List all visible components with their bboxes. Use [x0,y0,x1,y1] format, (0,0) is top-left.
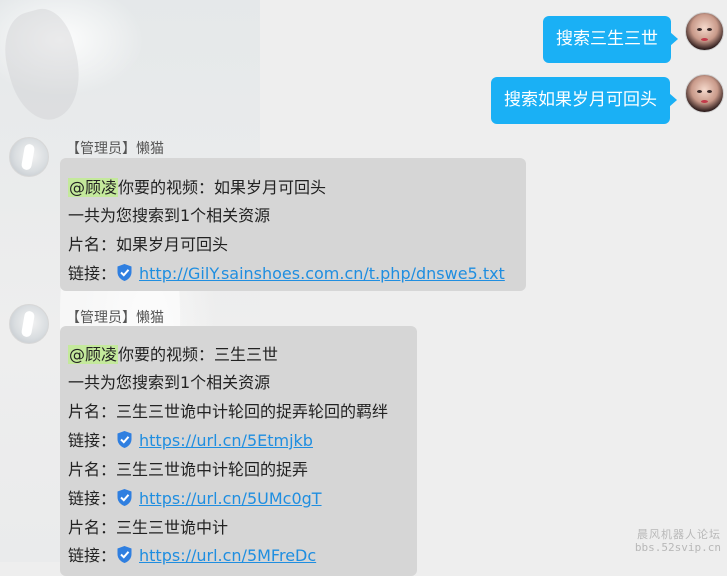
incoming-bubble[interactable]: @顾凌你要的视频：三生三世 一共为您搜索到1个相关资源 片名：三生三世诡中计轮回… [60,326,417,576]
message-line: 片名：三生三世诡中计 [68,518,229,537]
message-line: 片名：如果岁月可回头 [68,235,229,254]
mention-tag[interactable]: @顾凌 [68,178,119,197]
self-avatar[interactable] [685,74,724,113]
message-line: 片名：三生三世诡中计轮回的捉弄 [68,460,309,479]
bot-avatar[interactable] [9,137,49,177]
resource-link[interactable]: http://GilY.sainshoes.com.cn/t.php/dnswe… [139,264,505,283]
avatar-eye-left [697,90,702,93]
incoming-bubble[interactable]: @顾凌你要的视频：如果岁月可回头 一共为您搜索到1个相关资源 片名：如果岁月可回… [60,158,526,291]
bot-avatar[interactable] [9,304,49,344]
outgoing-bubble[interactable]: 搜索如果岁月可回头 [491,77,677,124]
message-line: 链接： https://url.cn/5MFreDc [68,542,316,566]
mention-tag[interactable]: @顾凌 [68,345,119,364]
resource-link[interactable]: https://url.cn/5MFreDc [139,546,316,565]
link-label: 链接： [68,546,117,565]
resource-link[interactable]: https://url.cn/5UMc0gT [139,489,322,508]
outgoing-text: 搜索如果岁月可回头 [504,90,657,110]
resource-link[interactable]: https://url.cn/5Etmjkb [139,431,313,450]
avatar-lips [701,38,708,41]
outgoing-bubble[interactable]: 搜索三生三世 [543,16,678,63]
avatar-lips [701,100,708,103]
avatar-eye-right [707,90,712,93]
self-avatar[interactable] [685,12,724,51]
message-line: 链接： http://GilY.sainshoes.com.cn/t.php/dn… [68,260,505,284]
watermark-title: 晨风机器人论坛 [637,528,721,541]
link-label: 链接： [68,489,117,508]
message-line: 片名：三生三世诡中计轮回的捉弄轮回的羁绊 [68,402,389,421]
message-line: 链接： https://url.cn/5Etmjkb [68,427,313,451]
forum-watermark: 晨风机器人论坛 bbs.52svip.cn [635,528,721,554]
avatar-figure [20,310,36,338]
link-label: 链接： [68,264,117,283]
sender-name: 【管理员】懒猫 [66,310,164,326]
avatar-figure [20,143,36,171]
shield-icon [117,489,132,506]
sender-name: 【管理员】懒猫 [66,141,164,157]
shield-icon [117,546,132,563]
message-text: 你要的视频：如果岁月可回头 [118,178,327,197]
shield-icon [117,264,132,281]
avatar-eye-right [707,28,712,31]
avatar-eye-left [697,28,702,31]
outgoing-text: 搜索三生三世 [556,29,658,49]
shield-icon [117,431,132,448]
message-line: 一共为您搜索到1个相关资源 [68,206,271,225]
message-line: 链接： https://url.cn/5UMc0gT [68,485,322,509]
background-figure-hair [0,2,92,128]
message-line: 一共为您搜索到1个相关资源 [68,373,271,392]
message-line: @顾凌你要的视频：如果岁月可回头 [68,174,326,198]
watermark-url: bbs.52svip.cn [634,541,721,554]
message-line: @顾凌你要的视频：三生三世 [68,341,278,365]
link-label: 链接： [68,431,117,450]
message-text: 你要的视频：三生三世 [118,345,279,364]
